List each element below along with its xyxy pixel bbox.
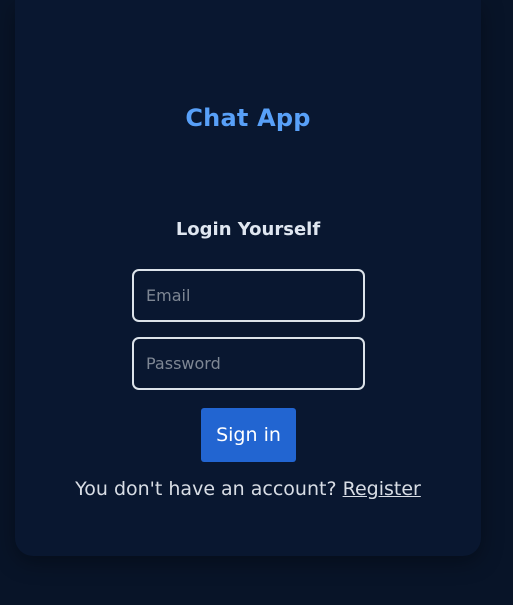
register-link[interactable]: Register [343,478,421,500]
register-prompt: You don't have an account? [75,478,343,500]
register-line: You don't have an account? Register [0,478,496,500]
app-title: Chat App [185,104,311,132]
login-heading: Login Yourself [175,219,321,240]
sign-in-button[interactable]: Sign in [201,408,296,462]
email-field[interactable] [132,269,365,322]
password-field[interactable] [132,337,365,390]
